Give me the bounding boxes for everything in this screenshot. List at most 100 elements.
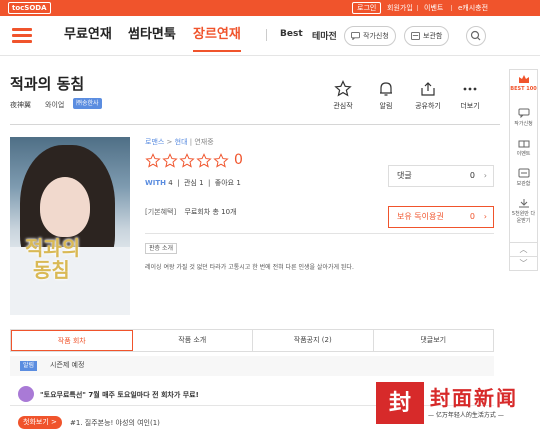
notice-label: 알림 [20, 361, 38, 371]
search-button[interactable] [466, 26, 486, 46]
chevron-right-icon: › [483, 171, 487, 180]
gift-icon [518, 140, 529, 148]
tab-notice[interactable]: 작품공지 (2) [253, 330, 374, 351]
watermark-title: 封面新闻 [430, 386, 518, 410]
sidebar-item-download[interactable]: 5천원만 다운받기 [510, 198, 537, 224]
tab-genre[interactable]: 장르연재 [193, 26, 241, 52]
episode-title[interactable]: #1. 질주본능! 야성의 여인(1) [70, 418, 160, 428]
watermark-logo: 封 封面新闻 — 亿万年轻人的生活方式 — [376, 380, 536, 432]
share-icon [421, 82, 435, 96]
library-button[interactable]: 보관함 [404, 26, 450, 46]
star-icon [334, 80, 352, 97]
scroll-down-button[interactable]: ﹀ [510, 256, 537, 270]
coupon-count: 0 [469, 212, 475, 221]
divider [10, 124, 500, 125]
download-icon [518, 199, 529, 208]
coupon-box[interactable]: 보유 독이용권 0 › [388, 206, 494, 228]
search-icon [470, 30, 481, 41]
notice-bar: 알림 시즌제 예정 [10, 356, 494, 376]
nav-theme[interactable]: 테마전 [312, 29, 337, 42]
share-label: 공유하기 [415, 102, 441, 110]
status-text: 연재중 [194, 138, 214, 146]
interest-button[interactable]: 관심작 [323, 80, 363, 111]
with-label: WITH [145, 179, 166, 187]
star-icon[interactable] [162, 153, 178, 169]
charge-link[interactable]: e캐시충전 [458, 2, 488, 14]
login-link[interactable]: 로그인 [352, 2, 382, 14]
divider [266, 29, 267, 41]
genre-breadcrumb: 로맨스 > 현대 | 연재중 [145, 138, 214, 146]
watermark-slogan: — 亿万年轻人的生活方式 — [428, 412, 504, 419]
like-count: 1 [236, 179, 241, 187]
divider [417, 5, 418, 11]
sidebar-item-label: 작가신청 [514, 121, 533, 127]
bell-icon [380, 82, 392, 96]
cover-title-line: 적과의 [25, 236, 81, 260]
intro-tag: 판층 소개 [145, 243, 177, 254]
chevron-up-icon: ︿ [519, 245, 528, 254]
stats-line: WITH 4 | 관심 1 | 좋아요 1 [145, 179, 241, 187]
sidebar-item-label: 보관함 [516, 181, 531, 187]
author-name-kr[interactable]: 와이업 [45, 100, 64, 110]
promo-icon [18, 386, 34, 402]
novel-title: 적과의 동침 [10, 75, 85, 93]
star-icon[interactable] [145, 153, 161, 169]
event-link[interactable]: 이벤트 [424, 2, 443, 14]
more-label: 더보기 [460, 102, 480, 110]
more-icon [463, 87, 477, 91]
scroll-up-button[interactable]: ︿ [510, 242, 537, 256]
first-episode-button[interactable]: 첫화보기 > [18, 416, 62, 429]
promo-text: "토요무료특선" 7월 매주 토요일마다 전 회차가 무료! [40, 391, 199, 399]
genre-link[interactable]: 로맨스 [145, 138, 164, 146]
tab-episodes[interactable]: 작품 회차 [11, 330, 133, 351]
more-button[interactable]: 더보기 [450, 80, 490, 111]
library-label: 보관함 [423, 32, 443, 40]
share-button[interactable]: 공유하기 [408, 80, 448, 111]
interest-stat-count: 1 [199, 179, 204, 187]
divider [451, 5, 452, 11]
tab-comments[interactable]: 댓글보기 [374, 330, 494, 351]
notice-text: 시즌제 예정 [50, 361, 85, 369]
cover-title-line: 동침 [33, 258, 70, 282]
star-icon[interactable] [179, 153, 195, 169]
sidebar-item-request[interactable]: 작가신청 [510, 108, 537, 127]
sidebar-item-label: 5천원만 다운받기 [511, 211, 536, 224]
library-icon [411, 32, 420, 40]
book-cover[interactable]: 적과의 동침 [10, 137, 130, 315]
tab-romance[interactable]: 썸타면툭 [128, 26, 176, 44]
site-logo[interactable]: tocSODA [8, 2, 51, 14]
sidebar-item-library[interactable]: 보관함 [510, 168, 537, 187]
author-request-button[interactable]: 작가신청 [344, 26, 396, 46]
author-request-label: 작가신청 [363, 32, 389, 40]
author-name[interactable]: 夜神翼 [10, 100, 31, 110]
alarm-button[interactable]: 알림 [366, 80, 406, 111]
interest-stat-label: 관심 [183, 179, 197, 187]
sidebar-item-label: 이벤트 [516, 151, 531, 157]
sidebar-item-event[interactable]: 이벤트 [510, 138, 537, 157]
chevron-down-icon: ﹀ [519, 259, 528, 268]
rating-stars[interactable] [145, 153, 230, 173]
best-label: BEST 100 [510, 86, 537, 92]
divider [145, 233, 494, 234]
rating-score: 0 [234, 152, 243, 168]
best-100-link[interactable]: BEST 100 [510, 74, 537, 92]
benefit-tag: [기본혜택] [145, 208, 177, 216]
comment-label: 댓글 [397, 171, 412, 180]
comment-box[interactable]: 댓글 0 › [388, 165, 494, 187]
signup-link[interactable]: 회원가입 [387, 2, 413, 14]
watermark-square: 封 [376, 382, 424, 424]
cover-art [40, 177, 90, 237]
star-icon[interactable] [196, 153, 212, 169]
menu-icon[interactable] [12, 28, 32, 44]
tab-intro[interactable]: 작품 소개 [133, 330, 253, 351]
content-tabs: 작품 회차 작품 소개 작품공지 (2) 댓글보기 [10, 329, 494, 352]
tab-free[interactable]: 무료연재 [64, 26, 112, 44]
like-label: 좋아요 [214, 179, 235, 187]
subgenre-link[interactable]: 현대 [175, 138, 188, 146]
with-count: 4 [168, 179, 173, 187]
crown-icon [518, 75, 529, 83]
interest-label: 관심작 [333, 102, 353, 110]
nav-best[interactable]: Best [280, 29, 303, 39]
star-icon[interactable] [213, 153, 229, 169]
benefit-text: 무료회차 총 10개 [184, 208, 237, 216]
